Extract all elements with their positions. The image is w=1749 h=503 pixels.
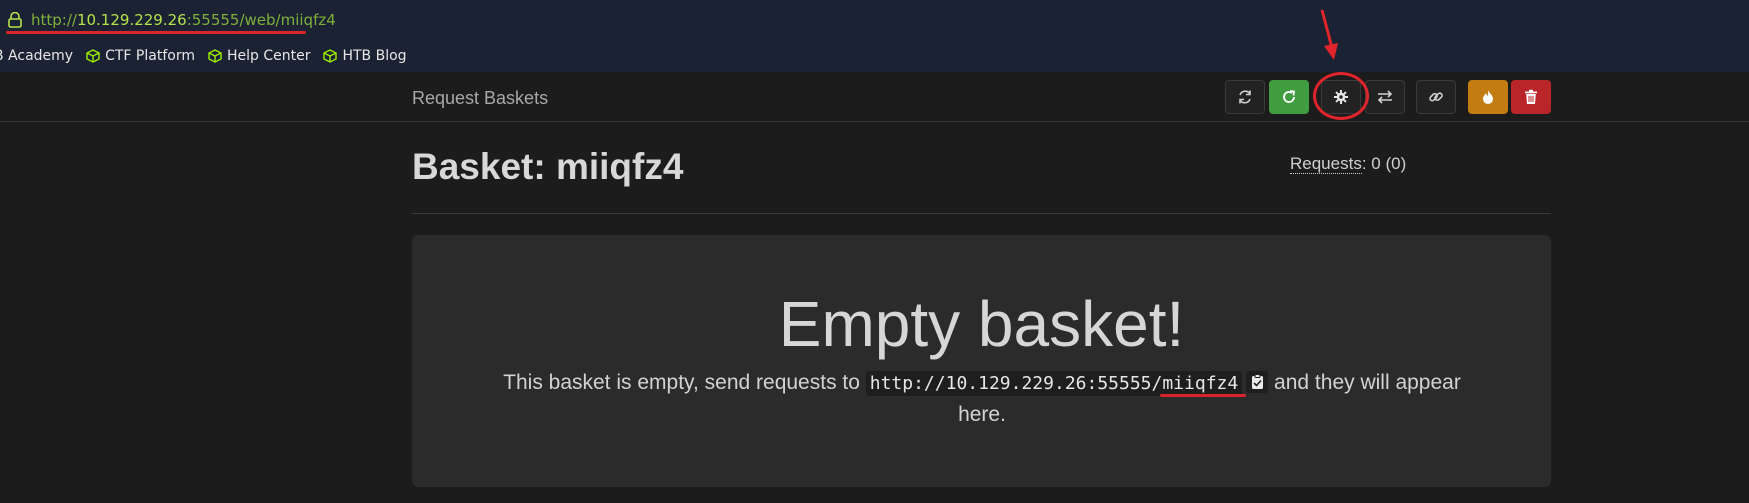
bookmark-academy[interactable]: B Academy: [0, 48, 73, 64]
annotation-circle: [1313, 72, 1369, 120]
bookmark-label: B Academy: [0, 48, 74, 64]
refresh-icon: [1239, 90, 1251, 104]
cube-icon: [86, 49, 100, 63]
cube-icon: [323, 49, 338, 63]
bookmark-ctf-platform[interactable]: CTF Platform: [86, 48, 195, 64]
lock-icon: [8, 12, 22, 28]
divider: [412, 213, 1551, 214]
empty-basket-panel: Empty basket! This basket is empty, send…: [412, 235, 1551, 487]
requests-counter: Requests: 0 (0): [1290, 154, 1406, 174]
bookmarks-bar: B Academy CTF Platform Help Center HTB B…: [0, 46, 420, 66]
url-prefix: http://: [31, 11, 77, 29]
empty-basket-message: This basket is empty, send requests to h…: [482, 367, 1482, 430]
cube-icon: [208, 49, 222, 63]
reload-icon: [1283, 90, 1296, 103]
url-annotation-underline: [6, 31, 306, 34]
address-bar-url[interactable]: http://10.129.229.26:55555/web/miiqfz4: [31, 11, 336, 29]
requests-count: : 0 (0): [1361, 154, 1407, 173]
bookmark-htb-blog[interactable]: HTB Blog: [323, 48, 407, 64]
bookmark-label: CTF Platform: [105, 48, 195, 64]
brand-title[interactable]: Request Baskets: [412, 88, 548, 109]
delete-button[interactable]: [1511, 80, 1551, 114]
link-icon: [1429, 92, 1443, 102]
clipboard-icon: [1252, 374, 1264, 389]
trash-icon: [1525, 89, 1537, 104]
destroy-button[interactable]: [1468, 80, 1508, 114]
annotation-arrow-icon: [1320, 9, 1338, 60]
message-before: This basket is empty, send requests to: [503, 371, 866, 394]
url-host: 10.129.229.26: [76, 11, 187, 29]
url-id-annotation-underline: [1160, 394, 1246, 397]
refresh-button[interactable]: [1225, 80, 1265, 114]
url-suffix: :55555/web/miiqfz4: [186, 11, 336, 29]
browser-chrome: http://10.129.229.26:55555/web/miiqfz4 B…: [0, 0, 1749, 72]
empty-basket-heading: Empty basket!: [778, 288, 1185, 360]
auto-refresh-button[interactable]: [1269, 80, 1309, 114]
bookmark-label: HTB Blog: [342, 48, 407, 64]
requests-label: Requests: [1290, 154, 1362, 174]
link-button[interactable]: [1416, 80, 1456, 114]
responses-button[interactable]: [1365, 80, 1405, 114]
bookmark-help-center[interactable]: Help Center: [208, 48, 311, 64]
bookmark-label: Help Center: [226, 48, 311, 64]
basket-url: http://10.129.229.26:55555/miiqfz4: [865, 371, 1243, 396]
fire-icon: [1483, 90, 1493, 104]
basket-title: Basket: miiqfz4: [412, 146, 684, 187]
transfer-icon: [1377, 90, 1393, 104]
copy-clipboard-button[interactable]: [1246, 371, 1269, 393]
